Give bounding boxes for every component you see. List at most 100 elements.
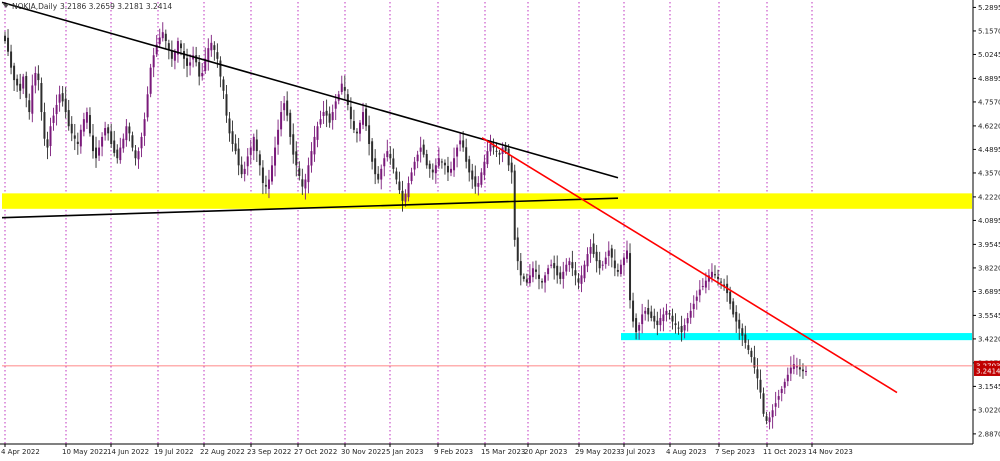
symbol-label: NOKIA,Daily xyxy=(12,2,58,11)
candle-body xyxy=(550,264,553,266)
candle-body xyxy=(644,310,647,314)
price-tick-label: 4.8895 xyxy=(978,75,1000,83)
candle-body xyxy=(516,237,519,262)
candle-body xyxy=(152,55,155,68)
chart-window[interactable]: 5.2895 5.1570 5.0245 4.8895 4.7570 4.6220 4.48… xyxy=(0,0,1000,457)
time-tick-label: 11 Oct 2023 xyxy=(763,448,806,456)
candle-body xyxy=(334,101,337,109)
cyan-zone xyxy=(621,333,972,341)
candle-body xyxy=(762,393,765,414)
candle-body xyxy=(756,369,759,379)
candle-body xyxy=(659,317,662,326)
candle-body xyxy=(534,269,537,272)
candle-body xyxy=(741,328,744,336)
candle-body xyxy=(613,260,616,269)
candle-body xyxy=(374,158,377,175)
candle-body xyxy=(586,254,589,267)
candle-body xyxy=(695,296,698,301)
candle-body xyxy=(571,262,574,269)
candle-body xyxy=(243,168,246,175)
candle-body xyxy=(589,246,592,254)
candle-body xyxy=(246,156,249,167)
candle-body xyxy=(28,100,31,113)
time-tick-label: 23 Sep 2022 xyxy=(247,448,291,456)
candle-body xyxy=(213,45,216,50)
price-tick-label: 3.9545 xyxy=(978,241,1000,249)
candle-body xyxy=(352,121,355,130)
candle-body xyxy=(744,334,747,343)
candle-body xyxy=(34,73,37,86)
candle-body xyxy=(732,301,735,315)
candle-body xyxy=(568,261,571,266)
candle-body xyxy=(340,83,343,93)
candle-body xyxy=(22,76,25,89)
candle-body xyxy=(425,153,428,166)
candle-body xyxy=(559,272,562,279)
candle-body xyxy=(19,83,22,91)
candle-body xyxy=(522,276,525,279)
yellow-zone xyxy=(2,193,972,209)
candle-body xyxy=(383,158,386,167)
candle-body xyxy=(173,51,176,61)
candle-body xyxy=(544,275,547,283)
candle-body xyxy=(216,52,219,59)
candle-body xyxy=(186,58,189,66)
candle-body xyxy=(720,281,723,283)
candle-body xyxy=(489,144,492,152)
candle-body xyxy=(380,168,383,180)
candle-body xyxy=(713,274,716,276)
candle-body xyxy=(201,73,204,77)
candle-body xyxy=(680,325,683,333)
candle-body xyxy=(453,158,456,171)
candle-body xyxy=(343,87,346,91)
candlestick-chart[interactable]: 5.2895 5.1570 5.0245 4.8895 4.7570 4.6220 4.48… xyxy=(0,0,1000,457)
candle-body xyxy=(237,148,240,166)
candle-body xyxy=(398,181,401,191)
price-tick-label: 4.6220 xyxy=(978,122,1000,130)
candle-body xyxy=(304,179,307,189)
price-tick-label: 4.7570 xyxy=(978,98,1000,106)
candle-body xyxy=(286,100,289,116)
candle-body xyxy=(583,264,586,279)
candle-body xyxy=(486,151,489,165)
price-label-text: 3.2414 xyxy=(976,367,1000,375)
time-tick-label: 15 Mar 2023 xyxy=(481,448,525,456)
candle-body xyxy=(301,179,304,187)
candle-body xyxy=(95,147,98,159)
candle-body xyxy=(474,176,477,187)
candle-body xyxy=(450,168,453,173)
candle-body xyxy=(234,143,237,152)
time-tick-label: 7 Sep 2023 xyxy=(715,448,755,456)
candle-body xyxy=(662,314,665,322)
candle-body xyxy=(783,381,786,388)
candle-body xyxy=(607,250,610,256)
candle-body xyxy=(228,118,231,134)
candle-body xyxy=(462,140,465,148)
candle-body xyxy=(61,93,64,102)
candle-body xyxy=(198,62,201,77)
candle-body xyxy=(416,154,419,162)
candle-body xyxy=(422,144,425,155)
candle-body xyxy=(650,311,653,318)
time-tick-label: 29 May 2023 xyxy=(575,448,621,456)
candle-body xyxy=(395,171,398,180)
time-tick-label: 9 Feb 2023 xyxy=(434,448,473,456)
candle-body xyxy=(765,416,768,421)
candle-body xyxy=(610,248,613,258)
candle-body xyxy=(510,162,513,173)
candle-body xyxy=(313,136,316,155)
candle-body xyxy=(37,73,40,81)
candle-body xyxy=(322,112,325,116)
candle-body xyxy=(798,367,801,370)
time-tick-label: 30 Nov 2022 xyxy=(341,448,386,456)
candle-body xyxy=(368,125,371,145)
candle-body xyxy=(774,403,777,407)
candle-body xyxy=(701,286,704,288)
candle-body xyxy=(116,149,119,159)
candle-body xyxy=(437,158,440,166)
candle-body xyxy=(231,131,234,145)
candle-body xyxy=(252,136,255,151)
candle-body xyxy=(577,278,580,283)
candle-body xyxy=(325,110,328,116)
candle-body xyxy=(805,370,807,372)
